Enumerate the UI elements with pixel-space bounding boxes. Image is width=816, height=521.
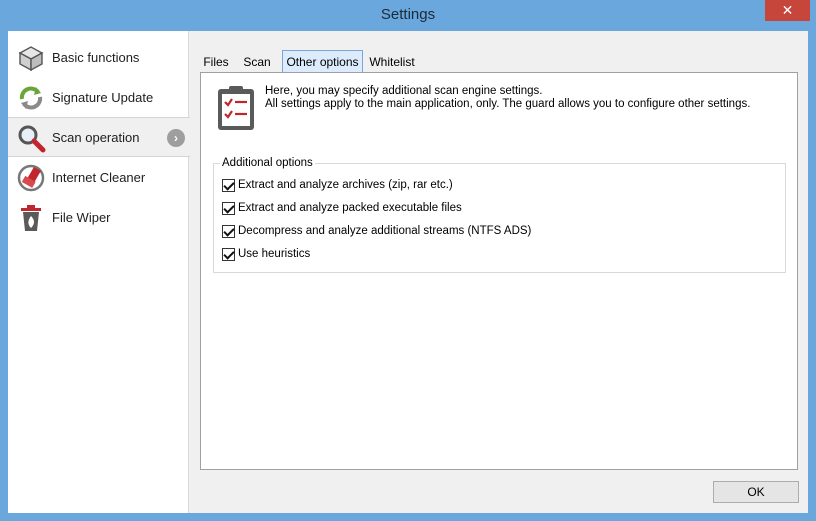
checkbox-checked[interactable] (222, 247, 235, 261)
sidebar: Basic functions Signature Update Scan op… (8, 31, 190, 513)
additional-options-group: Additional options Extract and analyze a… (213, 157, 786, 273)
option-packed-executables[interactable]: Extract and analyze packed executable fi… (222, 200, 462, 216)
sidebar-item-file-wiper[interactable]: File Wiper (8, 198, 189, 238)
tab-scan[interactable]: Scan (238, 52, 276, 73)
tab-files[interactable]: Files (200, 52, 232, 73)
sidebar-item-label: Basic functions (52, 50, 140, 65)
tab-whitelist[interactable]: Whitelist (368, 52, 416, 73)
sidebar-item-basic-functions[interactable]: Basic functions (8, 38, 189, 78)
group-title: Additional options (220, 157, 315, 169)
trash-fire-icon (21, 205, 41, 231)
options-panel: Here, you may specify additional scan en… (200, 72, 798, 470)
checklist-clipboard-icon (218, 86, 254, 130)
magnifier-icon (18, 125, 46, 153)
refresh-icon (19, 86, 43, 110)
option-label: Extract and analyze archives (zip, rar e… (238, 179, 453, 191)
close-button[interactable]: ✕ (765, 0, 810, 21)
window-title: Settings (380, 6, 436, 23)
browser-broom-icon (17, 164, 45, 192)
chevron-right-icon: › (167, 129, 185, 147)
info-description: Here, you may specify additional scan en… (265, 85, 750, 111)
option-extract-archives[interactable]: Extract and analyze archives (zip, rar e… (222, 177, 453, 193)
settings-window: Settings ✕ Basic functions Signature Upd… (0, 0, 816, 521)
checkbox-checked[interactable] (222, 224, 235, 238)
client-area: Basic functions Signature Update Scan op… (8, 31, 808, 513)
sidebar-item-label: File Wiper (52, 210, 111, 225)
sidebar-item-scan-operation[interactable]: Scan operation › (8, 117, 190, 157)
checkbox-checked[interactable] (222, 201, 235, 215)
tab-other-options[interactable]: Other options (282, 50, 363, 73)
info-line-1: Here, you may specify additional scan en… (265, 85, 543, 97)
option-label: Decompress and analyze additional stream… (238, 225, 532, 237)
option-label: Extract and analyze packed executable fi… (238, 202, 462, 214)
option-label: Use heuristics (238, 248, 311, 260)
checkbox-checked[interactable] (222, 178, 235, 192)
sidebar-item-label: Scan operation (52, 130, 140, 145)
info-line-2: All settings apply to the main applicati… (265, 98, 751, 110)
sidebar-item-signature-update[interactable]: Signature Update (8, 78, 189, 118)
sidebar-item-label: Internet Cleaner (52, 170, 146, 185)
title-bar[interactable]: Settings ✕ (0, 0, 816, 31)
option-ntfs-streams[interactable]: Decompress and analyze additional stream… (222, 223, 531, 239)
option-use-heuristics[interactable]: Use heuristics (222, 246, 310, 262)
box-icon (18, 46, 44, 72)
sidebar-item-label: Signature Update (52, 90, 154, 105)
sidebar-item-internet-cleaner[interactable]: Internet Cleaner (8, 158, 189, 198)
ok-button[interactable]: OK (713, 481, 799, 503)
